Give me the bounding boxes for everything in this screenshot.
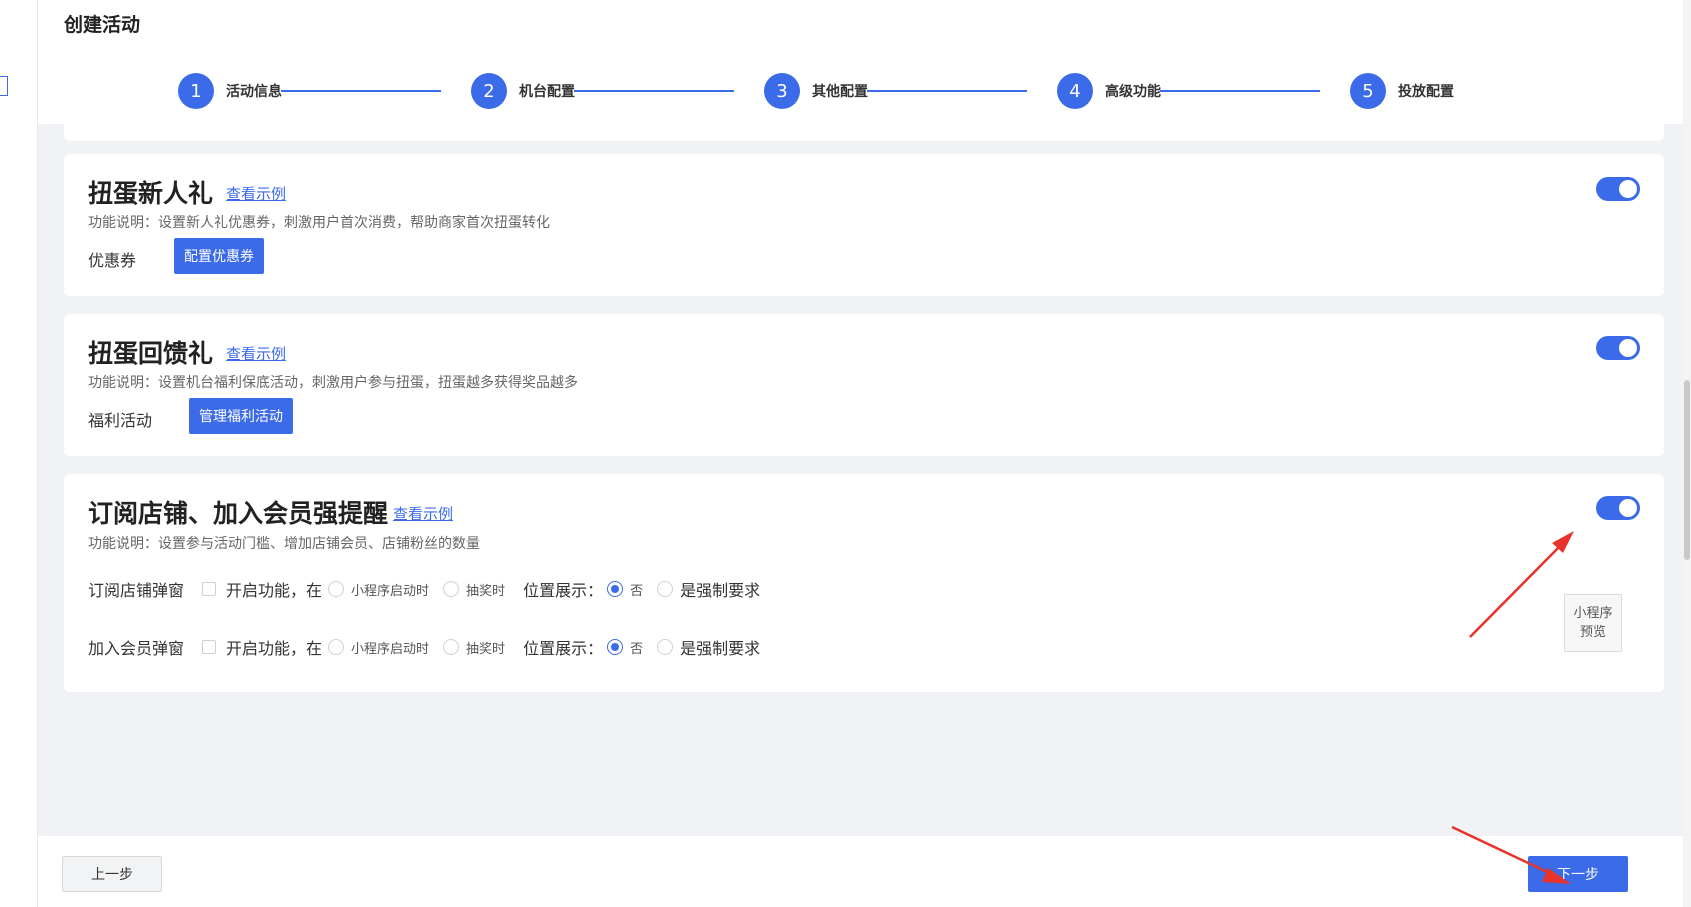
- card-newcomer-gift: 扭蛋新人礼 查看示例 功能说明：设置新人礼优惠券，刺激用户首次消费，帮助商家首次…: [64, 154, 1664, 296]
- step-advanced[interactable]: 4 高级功能: [1057, 72, 1161, 110]
- draw-option: 抽奖时: [466, 641, 506, 657]
- menu-icon[interactable]: [0, 76, 8, 96]
- enable-text: 开启功能，在: [226, 639, 323, 658]
- launch-radio[interactable]: [328, 581, 345, 597]
- step-number: 3: [764, 73, 800, 109]
- force-option: 是强制要求: [680, 581, 761, 600]
- step-connector: [574, 90, 734, 92]
- coupon-label: 优惠券: [88, 251, 137, 270]
- step-number: 4: [1057, 73, 1093, 109]
- card-title: 订阅店铺、加入会员强提醒: [88, 499, 389, 528]
- step-number: 5: [1350, 73, 1386, 109]
- row-label: 订阅店铺弹窗: [88, 581, 185, 600]
- step-delivery-config[interactable]: 5 投放配置: [1350, 72, 1454, 110]
- enable-text: 开启功能，在: [226, 581, 323, 600]
- step-label: 机台配置: [519, 84, 575, 100]
- draw-option: 抽奖时: [466, 583, 506, 599]
- step-label: 活动信息: [226, 84, 282, 100]
- main-content: 创建活动 1 活动信息 2 机台配置 3 其他配置 4 高级功能 5 投放配置 …: [38, 0, 1691, 907]
- feedback-toggle[interactable]: [1596, 336, 1640, 360]
- row-label: 加入会员弹窗: [88, 639, 185, 658]
- no-radio[interactable]: [607, 639, 624, 655]
- page-header: 创建活动 1 活动信息 2 机台配置 3 其他配置 4 高级功能 5 投放配置: [38, 0, 1691, 124]
- launch-option: 小程序启动时: [351, 641, 430, 657]
- step-number: 1: [178, 73, 214, 109]
- manage-welfare-button[interactable]: 管理福利活动: [189, 398, 293, 434]
- previous-card-edge: [64, 124, 1664, 141]
- step-other-config[interactable]: 3 其他配置: [764, 72, 868, 110]
- step-machine-config[interactable]: 2 机台配置: [471, 72, 575, 110]
- welfare-label: 福利活动: [88, 411, 153, 430]
- card-title: 扭蛋回馈礼: [88, 339, 214, 368]
- position-label: 位置展示：: [523, 581, 604, 600]
- preview-line1: 小程序: [1573, 606, 1613, 621]
- preview-line2: 预览: [1579, 625, 1606, 640]
- enable-checkbox[interactable]: [202, 640, 217, 654]
- force-radio[interactable]: [657, 639, 674, 655]
- config-coupon-button[interactable]: 配置优惠券: [174, 238, 264, 274]
- view-example-link[interactable]: 查看示例: [393, 503, 453, 524]
- view-example-link[interactable]: 查看示例: [226, 183, 286, 204]
- step-connector: [867, 90, 1027, 92]
- subscribe-toggle[interactable]: [1596, 496, 1640, 520]
- enable-checkbox[interactable]: [202, 582, 217, 596]
- newcomer-toggle[interactable]: [1596, 177, 1640, 201]
- launch-option: 小程序启动时: [351, 583, 430, 599]
- next-step-button[interactable]: 下一步: [1528, 856, 1628, 892]
- prev-step-button[interactable]: 上一步: [62, 856, 162, 892]
- page-title: 创建活动: [64, 14, 141, 36]
- view-example-link[interactable]: 查看示例: [226, 343, 286, 364]
- no-radio[interactable]: [607, 581, 624, 597]
- subscribe-popup-row: 订阅店铺弹窗 开启功能，在 小程序启动时 抽奖时 位置展示： 否 是强制要求: [88, 577, 760, 601]
- draw-radio[interactable]: [443, 581, 460, 597]
- position-label: 位置展示：: [523, 639, 604, 658]
- scrollbar-thumb[interactable]: [1684, 380, 1690, 560]
- no-option: 否: [630, 583, 644, 599]
- force-option: 是强制要求: [680, 639, 761, 658]
- no-option: 否: [630, 641, 644, 657]
- member-popup-row: 加入会员弹窗 开启功能，在 小程序启动时 抽奖时 位置展示： 否 是强制要求: [88, 635, 760, 659]
- left-rail: [0, 0, 38, 907]
- step-label: 其他配置: [812, 84, 868, 100]
- force-radio[interactable]: [657, 581, 674, 597]
- step-connector: [1160, 90, 1320, 92]
- card-subscribe-member: 订阅店铺、加入会员强提醒 查看示例 功能说明：设置参与活动门槛、增加店铺会员、店…: [64, 474, 1664, 692]
- step-label: 高级功能: [1105, 84, 1161, 100]
- draw-radio[interactable]: [443, 639, 460, 655]
- card-description: 功能说明：设置新人礼优惠券，刺激用户首次消费，帮助商家首次扭蛋转化: [88, 215, 550, 231]
- footer-bar: 上一步 下一步: [38, 836, 1691, 907]
- card-feedback-gift: 扭蛋回馈礼 查看示例 功能说明：设置机台福利保底活动，刺激用户参与扭蛋，扭蛋越多…: [64, 314, 1664, 456]
- miniprogram-preview-button[interactable]: 小程序 预览: [1564, 594, 1622, 652]
- step-label: 投放配置: [1398, 84, 1454, 100]
- stepper: 1 活动信息 2 机台配置 3 其他配置 4 高级功能 5 投放配置: [38, 72, 1691, 110]
- card-description: 功能说明：设置机台福利保底活动，刺激用户参与扭蛋，扭蛋越多获得奖品越多: [88, 375, 578, 391]
- card-title: 扭蛋新人礼: [88, 179, 214, 208]
- step-activity-info[interactable]: 1 活动信息: [178, 72, 282, 110]
- step-number: 2: [471, 73, 507, 109]
- card-description: 功能说明：设置参与活动门槛、增加店铺会员、店铺粉丝的数量: [88, 536, 480, 552]
- launch-radio[interactable]: [328, 639, 345, 655]
- step-connector: [281, 90, 441, 92]
- scrollbar[interactable]: [1683, 0, 1691, 907]
